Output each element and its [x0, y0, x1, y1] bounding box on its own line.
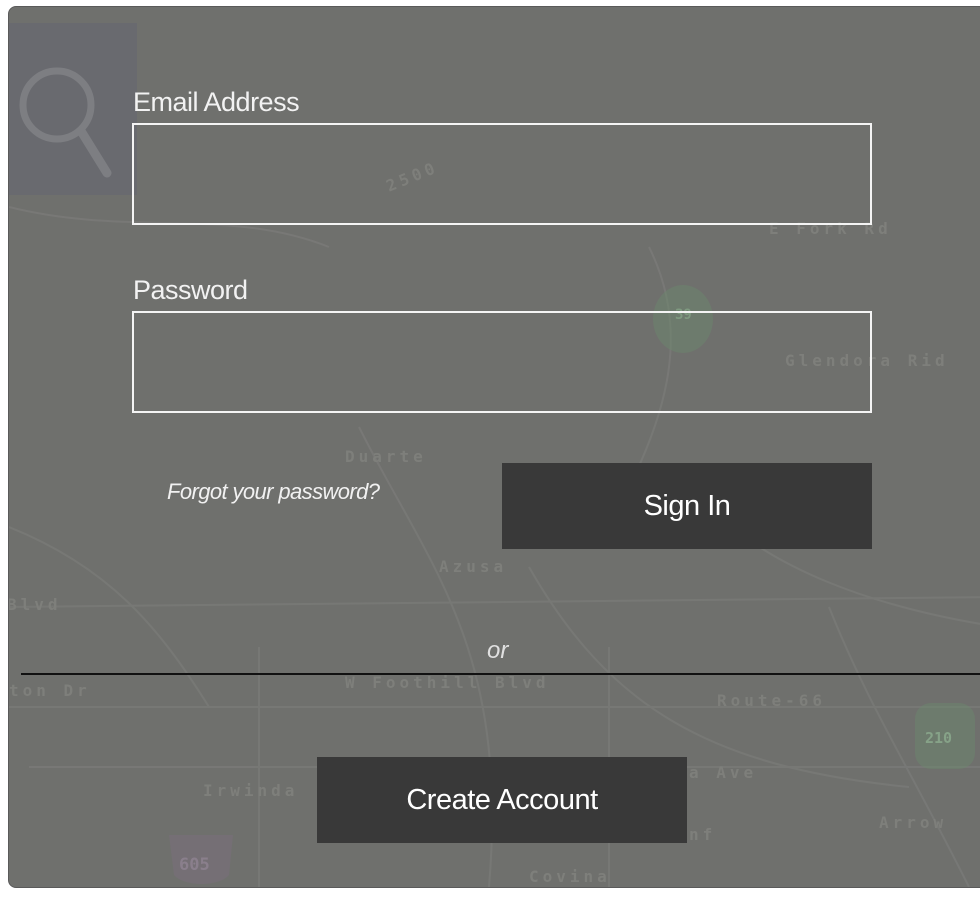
- map-label-a-ave: a Ave: [689, 763, 758, 782]
- email-address-input[interactable]: [132, 123, 872, 225]
- map-label-irwindale: Irwinda: [203, 781, 299, 800]
- password-input[interactable]: [132, 311, 872, 413]
- map-label-route-66: Route-66: [717, 691, 827, 710]
- password-label: Password: [133, 275, 248, 305]
- map-label-w-foothill-blvd: W Foothill Blvd: [345, 673, 550, 692]
- search-icon: [19, 67, 112, 178]
- forgot-password-link[interactable]: Forgot your password?: [167, 479, 380, 505]
- map-label-nf: nf: [689, 825, 717, 844]
- map-label-duarte: Duarte: [345, 447, 427, 466]
- map-label-covina: Covina: [529, 867, 611, 886]
- sign-in-panel: 2500 E Fork Rd Glendora Rid Duarte Azusa…: [8, 6, 980, 888]
- create-account-button[interactable]: Create Account: [317, 757, 687, 843]
- route-605-shield-label: 605: [179, 855, 210, 875]
- map-label-ton-dr: ton Dr: [9, 681, 91, 700]
- sign-in-button[interactable]: Sign In: [502, 463, 872, 549]
- route-210-shield-label: 210: [925, 729, 953, 747]
- map-label-azusa: Azusa: [439, 557, 508, 576]
- email-address-label: Email Address: [133, 87, 300, 117]
- map-label-arrow: Arrow: [879, 813, 948, 832]
- map-label-blvd: Blvd: [8, 595, 62, 614]
- map-search-button[interactable]: [9, 23, 137, 195]
- divider-line: [21, 673, 980, 675]
- or-separator-text: or: [487, 637, 509, 664]
